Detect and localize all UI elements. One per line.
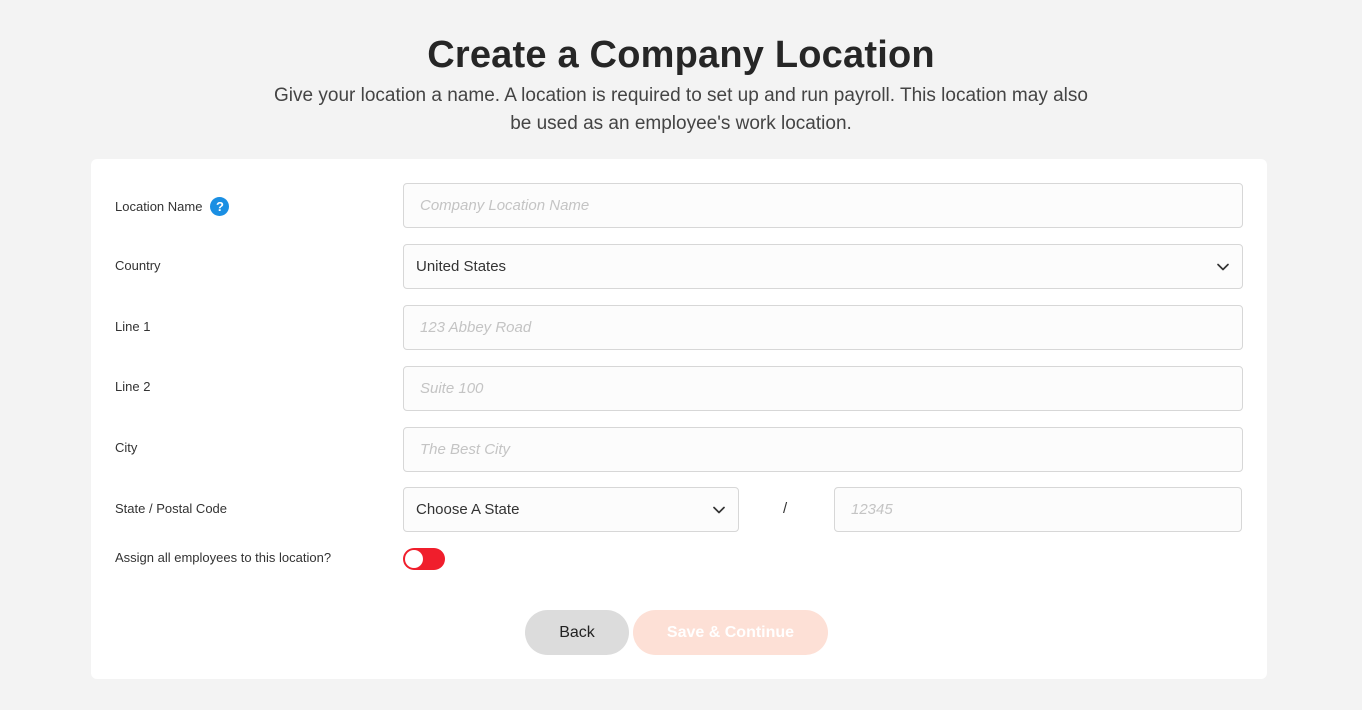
toggle-knob: [405, 550, 423, 568]
state-postal-separator: /: [783, 500, 788, 517]
page-header: Create a Company Location Give your loca…: [0, 0, 1362, 138]
city-input[interactable]: [403, 427, 1243, 472]
country-select[interactable]: United States: [403, 244, 1243, 289]
location-name-input[interactable]: [403, 183, 1243, 228]
save-continue-button[interactable]: Save & Continue: [633, 610, 828, 655]
back-button[interactable]: Back: [525, 610, 629, 655]
country-value: United States: [416, 258, 507, 275]
chevron-down-icon: [713, 506, 725, 513]
state-value: Choose A State: [416, 501, 520, 518]
assign-all-toggle[interactable]: [403, 548, 445, 570]
state-select[interactable]: Choose A State: [403, 487, 739, 532]
line1-input[interactable]: [403, 305, 1243, 350]
chevron-down-icon: [1217, 263, 1229, 270]
page-title: Create a Company Location: [427, 34, 935, 76]
state-postal-label: State / Postal Code: [115, 501, 228, 516]
postal-code-input[interactable]: [834, 487, 1242, 532]
location-form-card: Location Name ? Country United States Li…: [91, 159, 1267, 679]
line2-label: Line 2: [115, 379, 151, 394]
city-label: City: [115, 440, 138, 455]
page-subtitle: Give your location a name. A location is…: [274, 85, 1088, 134]
question-icon[interactable]: ?: [210, 197, 230, 216]
line1-label: Line 1: [115, 319, 151, 334]
line2-input[interactable]: [403, 366, 1243, 411]
country-label: Country: [115, 258, 161, 273]
location-name-label: Location Name: [115, 199, 203, 214]
location-name-label-group: Location Name ?: [115, 197, 230, 216]
assign-all-label: Assign all employees to this location?: [115, 550, 332, 565]
